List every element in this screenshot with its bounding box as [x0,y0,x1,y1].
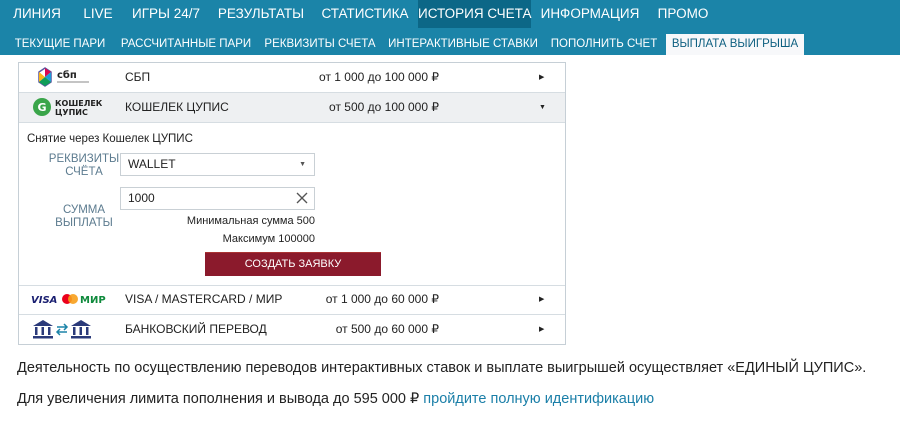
method-row-bank-transfer[interactable]: БАНКОВСКИЙ ПЕРЕВОД от 500 до 60 000 ₽ ▶ [19,315,565,344]
sub-navigation: Текущие пари Рассчитанные пари Реквизиты… [0,28,900,55]
nav-item-games[interactable]: Игры 24/7 [122,0,210,28]
method-name: БАНКОВСКИЙ ПЕРЕВОД [125,322,267,336]
method-limits: от 1 000 до 100 000 ₽ [319,70,439,84]
requisites-label: Реквизиты счёта [48,153,120,178]
nav-item-live[interactable]: Live [74,0,122,28]
nav-item-statistics[interactable]: Статистика [312,0,418,28]
chevron-right-icon: ▶ [539,326,545,333]
tab-settled-bets[interactable]: Рассчитанные пари [116,34,256,55]
method-name: VISA / MASTERCARD / МИР [125,292,283,306]
max-amount-note: Максимум 100000 [222,233,315,245]
amount-input[interactable]: 1000 [120,187,315,210]
svg-text:сбп: сбп [57,69,77,81]
tab-account-requisites[interactable]: Реквизиты счета [258,34,382,55]
sbp-logo: сбп [31,66,111,88]
visa-mastercard-mir-logo: VISA МИР [31,288,111,310]
nav-item-results[interactable]: Результаты [210,0,312,28]
requisites-value: WALLET [128,157,176,171]
limit-info-text: Для увеличения лимита пополнения и вывод… [17,391,420,407]
chevron-down-icon: ▼ [539,104,546,111]
bank-transfer-icon [31,318,111,340]
chevron-down-icon: ▼ [299,161,306,168]
method-limits: от 1 000 до 60 000 ₽ [325,292,439,306]
limit-info: Для увеличения лимита пополнения и вывод… [17,391,654,407]
requisites-select[interactable]: WALLET ▼ [120,153,315,176]
clear-icon[interactable] [294,190,310,206]
nav-item-promo[interactable]: Промо [649,0,717,28]
operator-info-text: Деятельность по осуществлению переводов … [17,360,867,376]
top-navigation: Линия Live Игры 24/7 Результаты Статисти… [0,0,900,28]
amount-label: Сумма выплаты [55,204,113,229]
method-row-tsupis[interactable]: G КОШЕЛЕК ЦУПИС КОШЕЛЕК ЦУПИС от 500 до … [19,93,565,123]
tab-withdraw-winnings[interactable]: Выплата выигрыша [666,34,804,55]
amount-value: 1000 [128,191,155,205]
tsupis-wallet-logo: G КОШЕЛЕК ЦУПИС [31,96,111,118]
svg-text:ЦУПИС: ЦУПИС [55,108,88,117]
method-limits: от 500 до 100 000 ₽ [329,100,439,114]
nav-item-information[interactable]: Информация [531,0,649,28]
svg-text:VISA: VISA [31,295,57,306]
svg-text:G: G [37,101,46,114]
tab-deposit[interactable]: Пополнить счет [544,34,664,55]
method-row-sbp[interactable]: сбп СБП от 1 000 до 100 000 ₽ ▶ [19,63,565,93]
form-title: Снятие через Кошелек ЦУПИС [27,133,193,145]
withdraw-form: Снятие через Кошелек ЦУПИС Реквизиты счё… [19,123,565,286]
tab-interactive-bets[interactable]: Интерактивные ставки [384,34,542,55]
svg-text:КОШЕЛЕК: КОШЕЛЕК [55,99,103,108]
tab-current-bets[interactable]: Текущие пари [10,34,110,55]
nav-item-account-history[interactable]: История счета [418,0,531,28]
full-identification-link[interactable]: пройдите полную идентификацию [423,391,654,407]
method-name: КОШЕЛЕК ЦУПИС [125,100,229,114]
svg-text:МИР: МИР [80,295,106,306]
withdraw-methods-list: сбп СБП от 1 000 до 100 000 ₽ ▶ G КОШЕЛЕ… [18,62,566,345]
method-limits: от 500 до 60 000 ₽ [335,322,439,336]
method-name: СБП [125,70,151,84]
method-row-cards[interactable]: VISA МИР VISA / MASTERCARD / МИР от 1 00… [19,285,565,315]
create-request-button[interactable]: Создать заявку [205,252,381,276]
chevron-right-icon: ▶ [539,296,545,303]
nav-item-line[interactable]: Линия [0,0,74,28]
chevron-right-icon: ▶ [539,74,545,81]
min-amount-note: Минимальная сумма 500 [186,215,315,227]
